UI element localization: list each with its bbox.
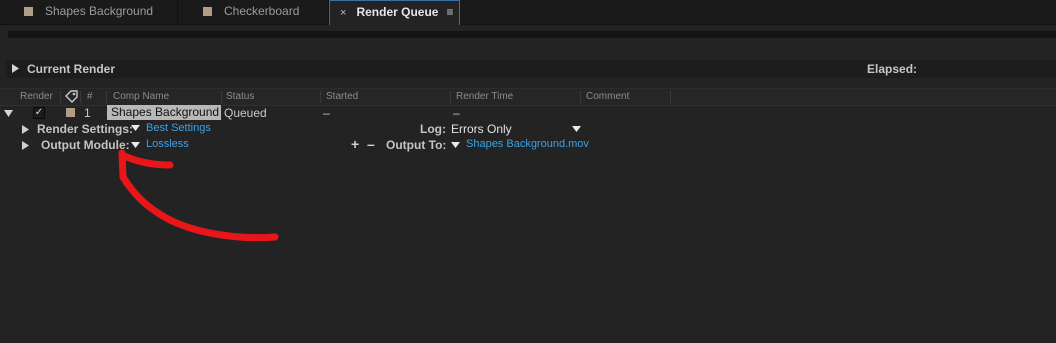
current-render-label: Current Render: [27, 62, 116, 76]
tab-shapes-background[interactable]: Shapes Background: [0, 0, 178, 24]
elapsed-label: Elapsed:: [867, 62, 918, 76]
close-icon[interactable]: ×: [340, 7, 346, 19]
tab-render-queue[interactable]: × Render Queue ≡: [329, 0, 460, 25]
render-settings-label: Render Settings:: [37, 122, 134, 136]
render-checkbox[interactable]: ✓: [33, 107, 45, 119]
output-to-label: Output To:: [386, 138, 447, 152]
column-number[interactable]: #: [87, 91, 107, 103]
started-cell: –: [323, 106, 330, 120]
expand-triangle-icon[interactable]: [22, 125, 29, 134]
column-header: Render # Comp Name Status Started Render…: [0, 88, 1056, 106]
render-time-cell: –: [453, 106, 460, 120]
log-select-value: Errors Only: [451, 122, 512, 136]
remove-output-module-button[interactable]: –: [367, 136, 375, 152]
checkmark-icon: ✓: [34, 107, 44, 118]
column-divider: [80, 91, 81, 103]
tag-icon[interactable]: [65, 90, 78, 103]
label-color-swatch[interactable]: [66, 108, 75, 117]
comp-name-cell[interactable]: Shapes Background: [107, 105, 221, 120]
expand-triangle-icon[interactable]: [12, 64, 19, 73]
dropdown-icon[interactable]: [451, 142, 460, 148]
comp-icon: [203, 7, 212, 16]
column-render[interactable]: Render: [20, 91, 61, 103]
annotation-arrow-icon: [118, 149, 279, 242]
panel-menu-icon[interactable]: ≡: [446, 5, 453, 19]
add-output-module-button[interactable]: +: [351, 136, 359, 152]
log-label: Log:: [420, 122, 446, 136]
column-comp-name[interactable]: Comp Name: [113, 91, 222, 103]
log-select[interactable]: Errors Only: [446, 121, 586, 136]
render-settings-link[interactable]: Best Settings: [146, 122, 211, 134]
status-cell: Queued: [224, 106, 267, 120]
column-status[interactable]: Status: [226, 91, 321, 103]
column-comment[interactable]: Comment: [586, 91, 671, 103]
column-started[interactable]: Started: [326, 91, 451, 103]
comp-icon: [24, 7, 33, 16]
expand-triangle-icon[interactable]: [22, 141, 29, 150]
output-to-link[interactable]: Shapes Background.mov: [466, 138, 589, 150]
current-render-bar[interactable]: Current Render Elapsed:: [6, 60, 1056, 78]
dropdown-icon: [572, 126, 581, 132]
collapse-triangle-icon[interactable]: [4, 110, 13, 117]
render-progress-strip: [8, 31, 1056, 38]
tab-checkerboard[interactable]: Checkerboard: [179, 0, 329, 24]
column-render-time[interactable]: Render Time: [456, 91, 581, 103]
item-number: 1: [84, 106, 91, 120]
dropdown-icon[interactable]: [131, 125, 140, 131]
